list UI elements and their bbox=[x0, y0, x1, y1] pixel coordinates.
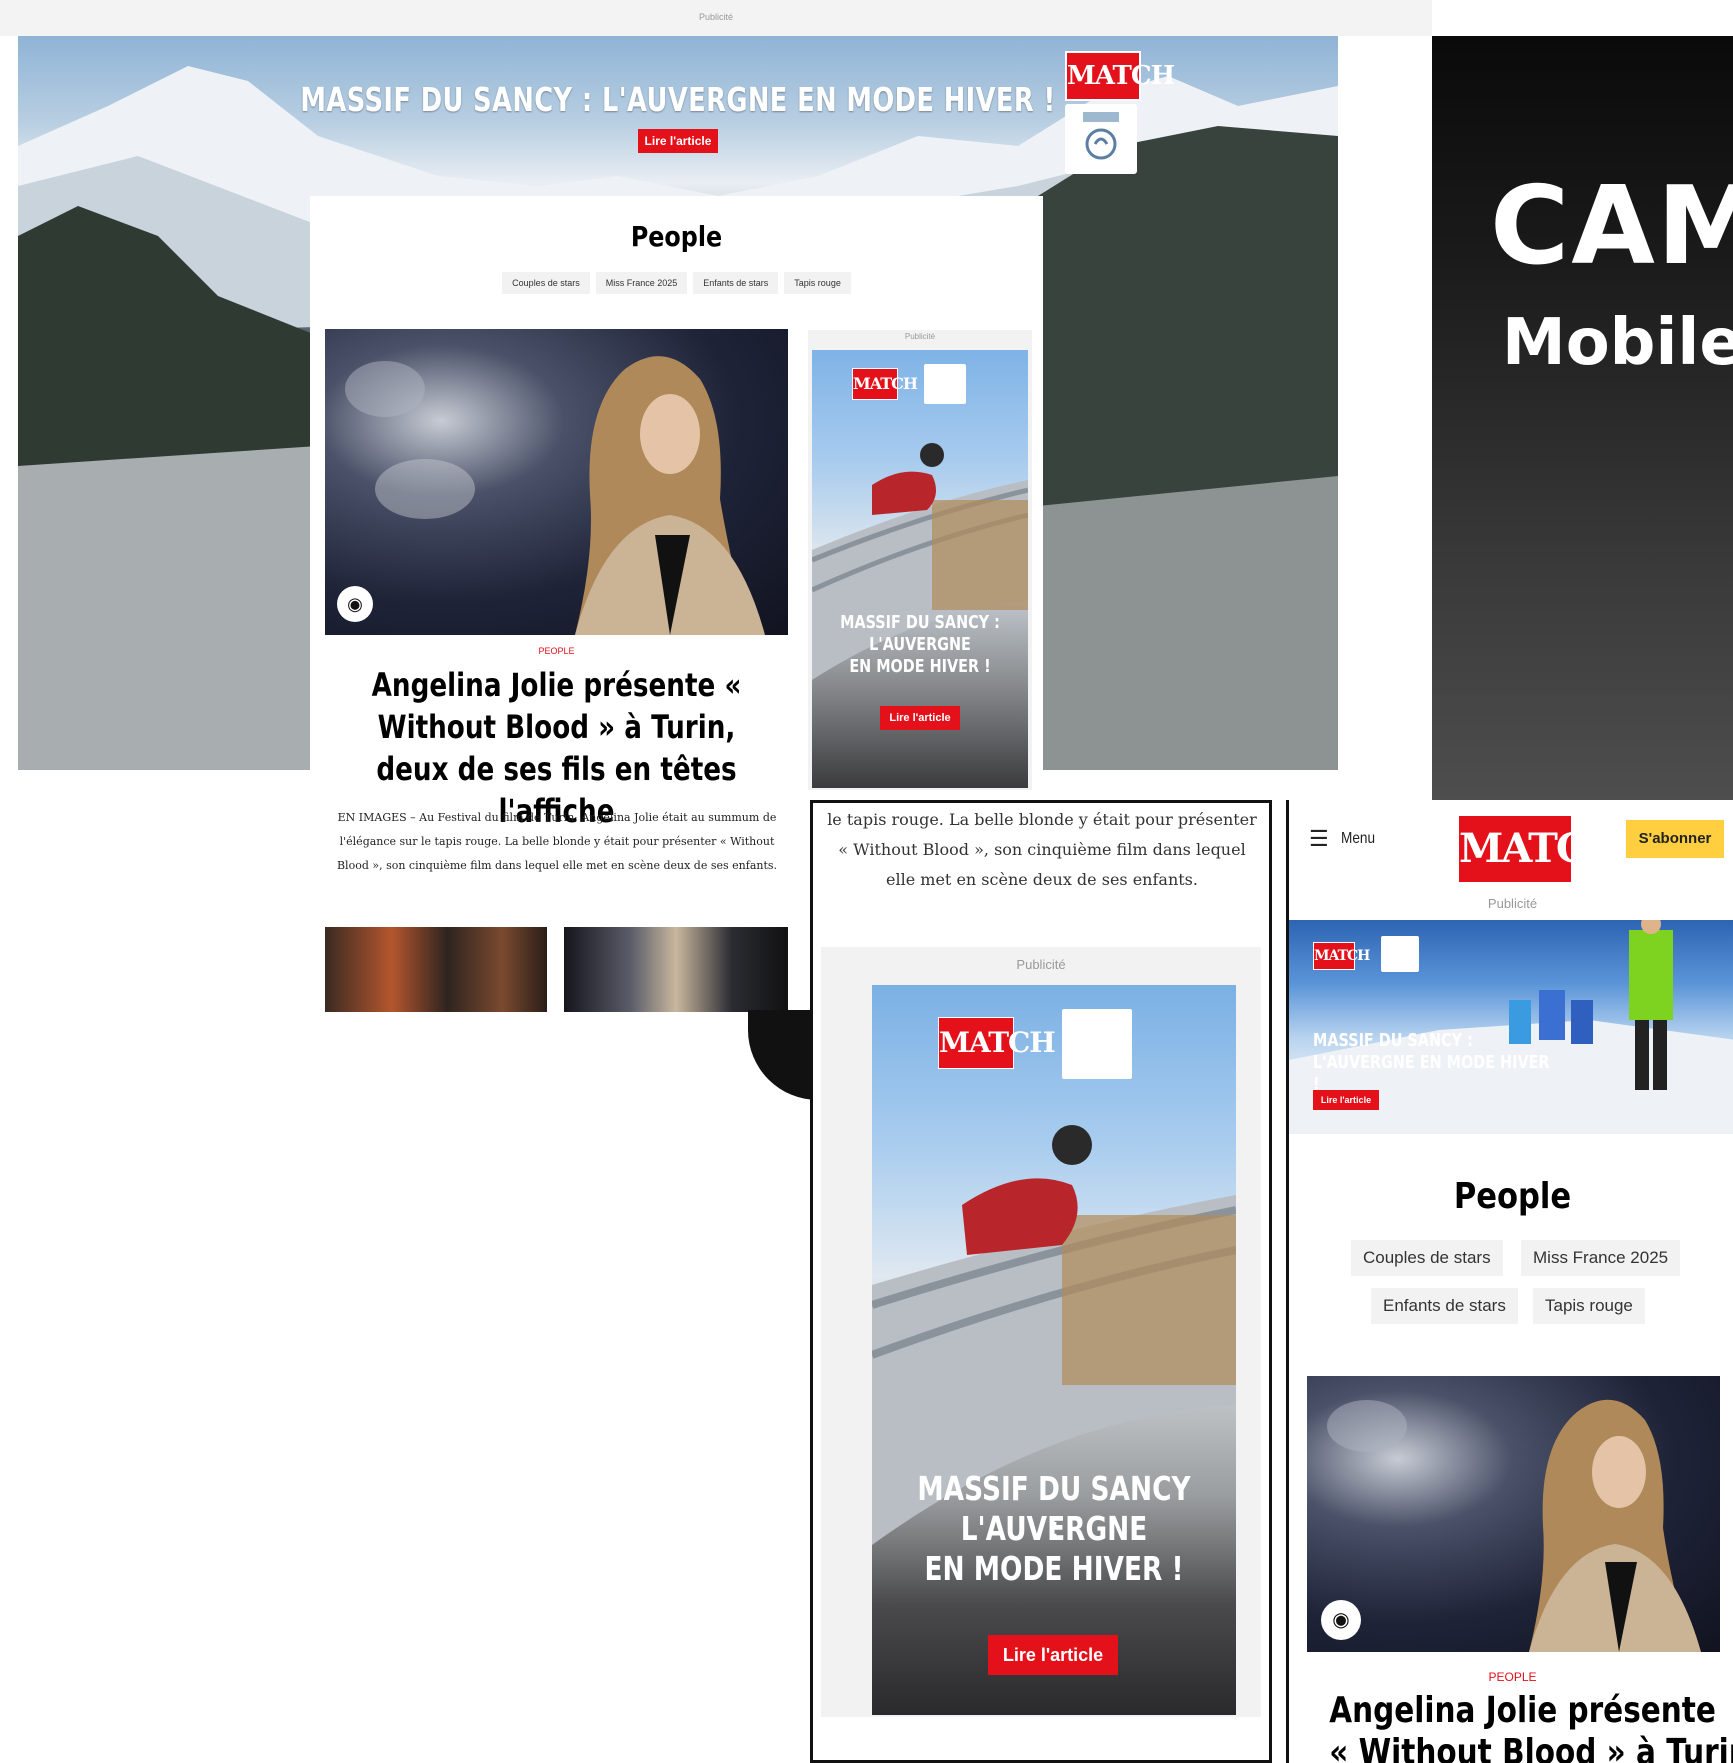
ad-read-article-button[interactable]: Lire l'article bbox=[988, 1635, 1118, 1675]
sancy-logo bbox=[1062, 1009, 1132, 1079]
tag-miss-france-2025[interactable]: Miss France 2025 bbox=[1521, 1240, 1681, 1276]
camera-icon: ◉ bbox=[1321, 1600, 1361, 1640]
hamburger-icon[interactable]: ☰ bbox=[1309, 826, 1329, 852]
hero-image[interactable]: ◉ bbox=[325, 329, 788, 635]
paris-match-logo[interactable]: MATCH bbox=[1459, 816, 1624, 882]
headline-line[interactable]: « Without Blood » à Turin, deux bbox=[1329, 1732, 1733, 1763]
luge-illustration bbox=[872, 1125, 1236, 1545]
menu-button[interactable]: Menu bbox=[1341, 830, 1375, 848]
headline-line[interactable]: Angelina Jolie présente bbox=[1329, 1690, 1716, 1732]
dark-title-panel: CAM Mobile bbox=[1432, 36, 1733, 802]
publicite-label: Publicité bbox=[904, 332, 936, 341]
ad-creative[interactable]: MATCH MASSIF DU SANCY : L'AUVERGNE EN MO… bbox=[812, 350, 1028, 788]
section-title: People bbox=[1453, 1176, 1572, 1217]
paris-match-logo: MATCH bbox=[1313, 942, 1370, 970]
article-kicker[interactable]: PEOPLE bbox=[1289, 1670, 1733, 1684]
sancy-logo bbox=[1065, 104, 1137, 174]
subscribe-button[interactable]: S'abonner bbox=[1626, 820, 1724, 858]
camera-icon: ◉ bbox=[337, 586, 373, 622]
sancy-logo bbox=[1381, 936, 1419, 972]
publicite-label: Publicité bbox=[1016, 957, 1066, 972]
sancy-swirl-icon bbox=[1083, 112, 1119, 160]
sancy-logo bbox=[924, 364, 966, 404]
ad-headline-line: L'AUVERGNE bbox=[960, 1509, 1148, 1548]
paris-match-logo[interactable]: MATCH bbox=[1065, 51, 1175, 101]
ad-creative[interactable]: MATCH MASSIF DU SANCY : L'AUVERGNE EN MO… bbox=[1289, 920, 1733, 1134]
ad-headline-line: MASSIF DU SANCY : bbox=[1313, 1030, 1473, 1051]
tag-list: Couples de stars Miss France 2025 Enfant… bbox=[310, 272, 1043, 294]
hero-image[interactable]: ◉ bbox=[1307, 1376, 1720, 1652]
tag-enfants-de-stars[interactable]: Enfants de stars bbox=[1371, 1288, 1518, 1324]
ad-headline-line: EN MODE HIVER ! bbox=[924, 1549, 1184, 1588]
panel-subtitle: Mobile bbox=[1502, 306, 1733, 380]
tag-tapis-rouge[interactable]: Tapis rouge bbox=[784, 272, 851, 294]
ad-container: Publicité MATCH MASSIF DU SANCY : L'AUVE… bbox=[821, 947, 1261, 1717]
ad-headline-line: MASSIF DU SANCY : bbox=[840, 612, 1000, 633]
tag-couples-de-stars[interactable]: Couples de stars bbox=[502, 272, 590, 294]
thumbnail-image[interactable] bbox=[564, 927, 788, 1012]
portrait-photo bbox=[345, 356, 765, 635]
publicite-label: Publicité bbox=[698, 12, 734, 22]
ad-creative[interactable]: MATCH MASSIF DU SANCY : L'AUVERGNE EN MO… bbox=[872, 985, 1236, 1715]
ad-read-article-button[interactable]: Lire l'article bbox=[880, 706, 960, 730]
article-chapo: EN IMAGES – Au Festival du film de Turin… bbox=[336, 811, 778, 872]
ad-headline-line: EN MODE HIVER ! bbox=[849, 656, 991, 677]
panel-title: CAM bbox=[1490, 164, 1733, 289]
article-chapo: le tapis rouge. La belle blonde y était … bbox=[827, 810, 1257, 889]
skin-read-article-button[interactable]: Lire l'article bbox=[638, 129, 718, 153]
mobile-panel: ☰ Menu MATCH S'abonner Publicité MATCH M… bbox=[1286, 800, 1733, 1763]
paris-match-logo: MATCH bbox=[852, 368, 918, 400]
section-title: People bbox=[630, 220, 723, 253]
tag-miss-france-2025[interactable]: Miss France 2025 bbox=[595, 272, 688, 294]
skin-headline[interactable]: MASSIF DU SANCY : L'AUVERGNE EN MODE HIV… bbox=[163, 80, 1193, 119]
ad-read-article-button[interactable]: Lire l'article bbox=[1313, 1090, 1379, 1110]
article-headline[interactable]: Angelina Jolie présente « Without Blood … bbox=[1329, 1690, 1733, 1763]
publicite-label: Publicité bbox=[1487, 896, 1538, 911]
decorative-curve bbox=[748, 1010, 818, 1100]
paris-match-logo: MATCH bbox=[938, 1017, 1056, 1069]
ad-headline-line: L'AUVERGNE bbox=[869, 634, 971, 655]
tag-enfants-de-stars[interactable]: Enfants de stars bbox=[693, 272, 779, 294]
tablet-panel: le tapis rouge. La belle blonde y était … bbox=[810, 800, 1272, 1763]
tag-couples-de-stars[interactable]: Couples de stars bbox=[1351, 1240, 1503, 1276]
thumbnail-image[interactable] bbox=[325, 927, 547, 1012]
portrait-photo bbox=[1327, 1399, 1701, 1652]
article-kicker[interactable]: PEOPLE bbox=[325, 646, 788, 656]
tag-tapis-rouge[interactable]: Tapis rouge bbox=[1533, 1288, 1645, 1324]
sidebar-ad[interactable]: Publicité MATCH MASSIF DU SANCY : L'AUVE… bbox=[808, 330, 1032, 790]
top-ad-bar: Publicité bbox=[0, 0, 1432, 36]
